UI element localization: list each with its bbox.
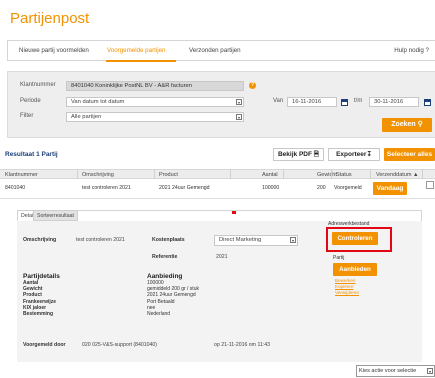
column-divider (422, 169, 423, 179)
sort-up-icon: ▲ (413, 172, 419, 178)
referentie-label: Referentie (152, 254, 178, 260)
column-divider (370, 169, 371, 179)
filter-select[interactable]: Alle partijen (66, 112, 244, 122)
column-divider (331, 169, 332, 179)
col-status[interactable]: Status (336, 172, 352, 178)
klantnummer-label: Klantnummer (20, 82, 56, 88)
verwijderen-link[interactable]: Verwijderen (335, 290, 359, 296)
col-aantal[interactable]: Aantal (262, 172, 278, 178)
cell-aantal: 100000 (262, 185, 280, 191)
klantnummer-field: 8401040 Koninklijke PostNL BV - A&R fact… (66, 81, 244, 91)
page-title: Partijenpost (10, 10, 90, 27)
pdf-button[interactable]: Bekijk PDF 🗎 (273, 148, 324, 161)
tm-date-input[interactable]: 30-11-2016 (369, 97, 419, 107)
export-button[interactable]: Exporteer↧ (328, 148, 380, 161)
marker (232, 211, 236, 214)
aanbieding-values: 100000 gemiddeld 200 gr / stuk 2021 24uu… (147, 280, 199, 317)
column-divider (154, 169, 155, 179)
partijdetails-title: Partijdetails (23, 273, 60, 280)
chevron-down-icon (236, 114, 242, 120)
van-label: Van (273, 98, 284, 104)
col-verzenddatum[interactable]: Verzenddatum ▲ (376, 172, 418, 178)
chevron-down-icon (236, 99, 242, 105)
col-verzenddatum-label: Verzenddatum (376, 172, 412, 178)
bulk-action-select[interactable]: Kies actie voor selectie (356, 365, 435, 377)
van-date-input[interactable]: 16-11-2016 (287, 97, 337, 107)
periode-value: Van datum tot datum (71, 99, 125, 105)
col-gewicht[interactable]: Gewicht (317, 172, 337, 178)
export-button-label: Exporteer (336, 151, 367, 158)
tab-verzonden-partijen[interactable]: Verzonden partijen (189, 47, 241, 54)
filter-value: Alle partijen (71, 114, 102, 120)
tab-sorteerresultaat[interactable]: Sorteerresultaat (33, 210, 78, 221)
partij-label: Partij (333, 255, 345, 261)
label-bestemming: Bestemming (23, 311, 54, 318)
cell-gewicht: 200 (317, 185, 326, 191)
tab-nieuwe-partij[interactable]: Nieuwe partij voormelden (19, 47, 89, 54)
kostenplaats-value: Direct Marketing (219, 237, 262, 243)
column-divider (77, 169, 78, 179)
help-link[interactable]: Hulp nodig ? (394, 47, 429, 54)
cell-status: Voorgemeld (334, 185, 362, 191)
cell-omschrijving: test controleren 2021 (82, 185, 131, 191)
tm-label: t/m (354, 98, 363, 104)
aanbieden-button[interactable]: Aanbieden (333, 263, 377, 276)
tab-voorgemelde-partijen[interactable]: Voorgemelde partijen (107, 47, 165, 54)
periode-label: Periode (20, 98, 41, 104)
search-icon: ⚲ (417, 121, 423, 128)
cell-klantnummer: 8401040 (5, 185, 26, 191)
partijdetails-labels: Aantal Gewicht Product Frankeerwijze KIX… (23, 280, 56, 317)
col-klantnummer[interactable]: Klantnummer (5, 172, 38, 178)
aanbieding-title: Aanbieding (147, 273, 183, 280)
voorgemeld-label: Voorgemeld door (23, 342, 66, 348)
bulk-action-value: Kies actie voor selectie (359, 368, 417, 374)
calendar-icon[interactable] (341, 99, 348, 106)
column-divider (283, 169, 284, 179)
col-omschrijving[interactable]: Omschrijving (82, 172, 114, 178)
voorgemeld-date: op 21-11-2016 om 11:43 (214, 342, 271, 348)
kostenplaats-label: Kostenplaats (152, 237, 185, 243)
pdf-icon: 🗎 (313, 151, 319, 158)
periode-select[interactable]: Van datum tot datum (66, 97, 244, 107)
referentie-value: 2021 (216, 254, 228, 260)
chevron-down-icon (290, 237, 296, 243)
chevron-down-icon (427, 368, 433, 374)
column-divider (230, 169, 231, 179)
filter-panel: Klantnummer 8401040 Koninklijke PostNL B… (7, 71, 435, 138)
highlight-box (326, 227, 392, 252)
value-bestemming: Nederland (147, 311, 171, 318)
cell-product: 2021 24uur Gemengd (159, 185, 210, 191)
search-button[interactable]: Zoeken ⚲ (382, 118, 432, 132)
download-icon: ↧ (366, 151, 372, 158)
table-row[interactable]: 8401040 test controleren 2021 2021 24uur… (0, 179, 435, 199)
select-all-button[interactable]: Selecteer alles (384, 148, 435, 161)
omschrijving-value: test controleren 2021 (76, 237, 125, 243)
filter-label: Filter (20, 113, 34, 119)
vandaag-button[interactable]: Vandaag (373, 182, 407, 195)
kostenplaats-select[interactable]: Direct Marketing (214, 235, 298, 246)
results-count: Resultaat 1 Partij (5, 151, 58, 158)
detail-tabs: Details Sorteerresultaat (17, 210, 417, 221)
value-product: 2021 24uur Gemengd (147, 292, 196, 299)
pdf-button-label: Bekijk PDF (277, 151, 312, 158)
label-frankeerwijze: Frankeerwijze (23, 298, 57, 305)
col-product[interactable]: Product (159, 172, 178, 178)
omschrijving-label: Omschrijving (23, 237, 57, 243)
search-button-label: Zoeken (391, 121, 416, 128)
calendar-icon[interactable] (424, 99, 431, 106)
tab-bar: Nieuwe partij voormelden Voorgemelde par… (7, 40, 435, 62)
row-checkbox[interactable] (426, 181, 434, 189)
info-icon[interactable]: ? (249, 82, 256, 89)
active-tab-indicator (106, 60, 176, 62)
voorgemeld-value: 020 025-V&S-support (8401040) (82, 342, 157, 348)
